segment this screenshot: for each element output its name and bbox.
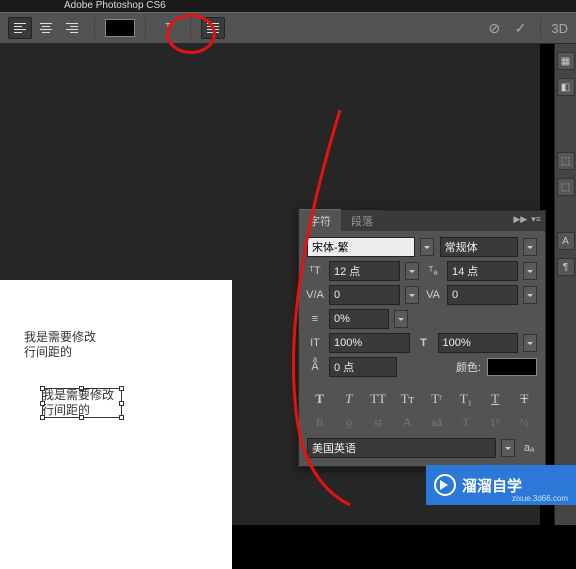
antialiasing-icon: aₐ (521, 440, 537, 456)
text-block-1: 我是需要修改 行间距的 (24, 330, 96, 360)
half-button[interactable]: ½ (515, 415, 533, 430)
font-size-field[interactable]: 12 点 (329, 261, 400, 281)
panel-menu-icon[interactable]: ▾≡ (531, 214, 541, 225)
dropdown-icon[interactable] (523, 334, 537, 352)
logo-url: zixue.3d66.com (512, 494, 568, 503)
hscale-field[interactable]: 100% (438, 333, 519, 353)
bold-button[interactable]: T (311, 391, 329, 407)
superscript-button[interactable]: Tʳ (428, 391, 446, 407)
commit-icon[interactable]: ✓ (510, 20, 530, 37)
panel-collapse-icon[interactable]: ▶▶ (513, 214, 527, 225)
3d-button[interactable]: 3D (551, 21, 568, 36)
separator (540, 17, 541, 39)
subscript-button[interactable]: T₁ (457, 391, 475, 407)
contextual-button[interactable]: T (457, 415, 475, 430)
underline-button[interactable]: T (486, 391, 504, 407)
leading-field[interactable]: 14 点 (447, 261, 518, 281)
play-icon (434, 474, 456, 496)
dropdown-icon[interactable] (405, 286, 419, 304)
font-size-icon: ᵀT (307, 263, 323, 279)
opentype-bar: fi o̲ st A aá T 1ˢᵗ ½ (299, 411, 545, 434)
dock-panel-icon[interactable]: ◧ (557, 78, 575, 96)
separator (145, 17, 146, 39)
dropdown-icon[interactable] (523, 238, 537, 256)
color-swatch[interactable] (487, 358, 537, 376)
italic-button[interactable]: T (340, 391, 358, 407)
tab-paragraph[interactable]: 段落 (341, 210, 383, 231)
ordinal-button[interactable]: o̲ (340, 415, 358, 430)
separator (190, 17, 191, 39)
baseline-field[interactable]: 0 点 (329, 357, 397, 377)
swash-button[interactable]: A (398, 415, 416, 430)
align-center-button[interactable] (34, 17, 58, 39)
scale-icon: ≡ (307, 311, 323, 327)
kerning-icon: V/A (307, 287, 323, 303)
logo-text: 溜溜自学 (462, 475, 522, 496)
dropdown-icon[interactable] (394, 310, 408, 328)
panel-tabs: 字符 段落 ▶▶ ▾≡ (299, 211, 545, 231)
stylistic-button[interactable]: st (369, 415, 387, 430)
character-panel: 字符 段落 ▶▶▾≡ 宋体-繁 常规体 ᵀT 12 点 ᵀₐ 14 点 V/A … (298, 210, 546, 467)
canvas[interactable]: 我是需要修改 行间距的 我是需要修改 行间距的 (0, 280, 232, 569)
type-style-bar: T T TT Tᴛ Tʳ T₁ T T (299, 387, 545, 411)
warp-text-button[interactable]: ᵀ (156, 17, 180, 39)
dock-panel-icon[interactable]: ▦ (557, 52, 575, 70)
tracking-icon: VA (425, 287, 441, 303)
strike-button[interactable]: T (515, 391, 533, 407)
dropdown-icon[interactable] (501, 439, 515, 457)
tab-character[interactable]: 字符 (299, 209, 341, 231)
ligature-button[interactable]: fi (311, 415, 329, 430)
character-panel-button[interactable] (201, 17, 225, 39)
cancel-icon[interactable]: ⊘ (484, 20, 504, 37)
hscale-icon: T (416, 335, 432, 351)
color-label: 颜色: (456, 359, 481, 375)
align-left-button[interactable] (8, 17, 32, 39)
dock-panel-icon[interactable]: ⬚ (557, 152, 575, 170)
align-group (8, 17, 84, 39)
title-bar: Adobe Photoshop CS6 (0, 0, 576, 12)
right-dock: ▦ ◧ ⬚ ⬚ A ¶ (554, 44, 576, 525)
text-color-swatch[interactable] (105, 19, 135, 37)
titling-button[interactable]: aá (428, 415, 446, 430)
watermark-logo: 溜溜自学 zixue.3d66.com (426, 465, 576, 505)
dropdown-icon[interactable] (405, 262, 419, 280)
options-bar: ᵀ ⊘ ✓ 3D (0, 12, 576, 44)
dropdown-icon[interactable] (523, 286, 537, 304)
dropdown-icon[interactable] (420, 238, 434, 256)
dock-panel-icon[interactable]: ¶ (557, 258, 575, 276)
scale-field[interactable]: 0% (329, 309, 389, 329)
align-right-button[interactable] (60, 17, 84, 39)
vscale-field[interactable]: 100% (329, 333, 410, 353)
dock-panel-icon[interactable]: ⬚ (557, 178, 575, 196)
allcaps-button[interactable]: TT (369, 391, 387, 407)
leading-icon: ᵀₐ (425, 263, 441, 279)
fraction-button[interactable]: 1ˢᵗ (486, 415, 504, 430)
baseline-icon: Aͣ (307, 359, 323, 375)
smallcaps-button[interactable]: Tᴛ (398, 391, 416, 407)
tracking-field[interactable]: 0 (447, 285, 518, 305)
app-title: Adobe Photoshop CS6 (64, 0, 166, 11)
dropdown-icon[interactable] (523, 262, 537, 280)
kerning-field[interactable]: 0 (329, 285, 400, 305)
language-field[interactable]: 美国英语 (307, 438, 496, 458)
text-block-2[interactable]: 我是需要修改 行间距的 (42, 388, 114, 418)
dock-panel-icon[interactable]: A (557, 232, 575, 250)
separator (94, 17, 95, 39)
vscale-icon: IT (307, 335, 323, 351)
font-style-field[interactable]: 常规体 (440, 237, 518, 257)
font-family-field[interactable]: 宋体-繁 (307, 237, 415, 257)
